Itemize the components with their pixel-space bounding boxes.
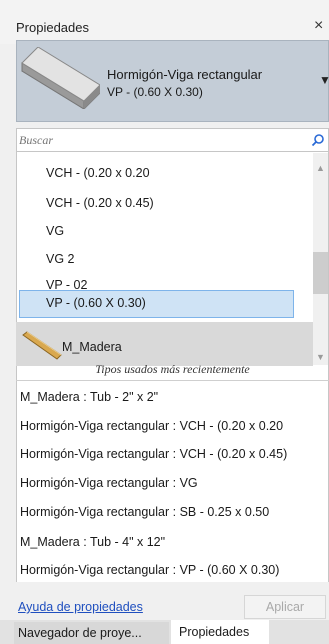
apply-button[interactable]: Aplicar	[244, 595, 326, 619]
recent-type-item[interactable]: M_Madera : Tub - 2" x 2"	[20, 390, 158, 404]
type-list-item[interactable]: VCH - (0.20 x 0.45)	[46, 196, 154, 210]
properties-help-link[interactable]: Ayuda de propiedades	[18, 600, 143, 614]
type-list-item[interactable]: VG	[46, 224, 64, 238]
tab-properties[interactable]: Propiedades	[171, 620, 269, 644]
type-name-label: VP - (0.60 X 0.30)	[107, 85, 203, 99]
recent-type-item[interactable]: M_Madera : Tub - 4" x 12"	[20, 535, 165, 549]
type-list-item-selected[interactable]: VP - (0.60 X 0.30)	[46, 296, 146, 310]
type-list-item[interactable]: VG 2	[46, 252, 75, 266]
type-family-label: Hormigón-Viga rectangular	[107, 67, 263, 82]
family-group-label: M_Madera	[62, 340, 122, 354]
type-list-item[interactable]: VCH - (0.20 x 0.20	[46, 166, 150, 180]
scroll-up-icon[interactable]: ▲	[316, 163, 325, 173]
dropdown-arrow-icon[interactable]: ▼	[319, 73, 329, 87]
search-box	[16, 128, 329, 152]
divider	[16, 380, 329, 381]
scrollbar-thumb[interactable]	[313, 252, 328, 294]
search-icon[interactable]	[311, 133, 325, 147]
scroll-down-icon[interactable]: ▼	[316, 352, 325, 362]
type-selector[interactable]: Hormigón-Viga rectangular VP - (0.60 X 0…	[16, 40, 329, 122]
search-input[interactable]	[19, 131, 299, 149]
recent-types-header: Tipos usados más recientemente	[95, 362, 250, 376]
panel-title: Propiedades	[16, 20, 89, 35]
type-list-item[interactable]: VP - 02	[46, 278, 87, 292]
recent-type-item[interactable]: Hormigón-Viga rectangular : VG	[20, 476, 198, 490]
wood-beam-icon	[22, 331, 62, 360]
concrete-beam-icon	[21, 47, 100, 109]
recent-type-item[interactable]: Hormigón-Viga rectangular : VCH - (0.20 …	[20, 447, 287, 461]
recent-type-item[interactable]: Hormigón-Viga rectangular : VCH - (0.20 …	[20, 419, 283, 433]
tab-project-browser[interactable]: Navegador de proye...	[14, 622, 169, 644]
recent-type-item[interactable]: Hormigón-Viga rectangular : VP - (0.60 X…	[20, 563, 279, 577]
recent-type-item[interactable]: Hormigón-Viga rectangular : SB - 0.25 x …	[20, 505, 269, 519]
close-icon[interactable]: ×	[314, 17, 323, 35]
